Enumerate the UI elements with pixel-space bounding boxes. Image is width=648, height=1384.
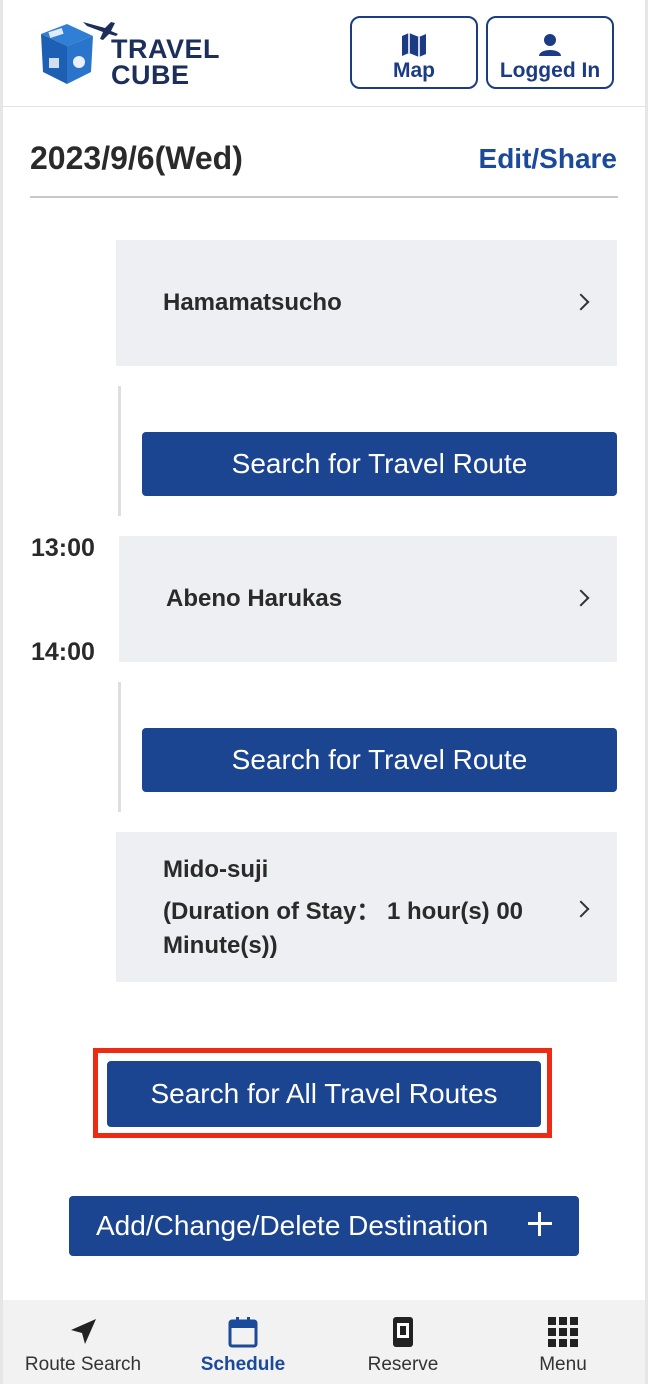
travel-cube-logo[interactable]: TRAVEL CUBE bbox=[31, 12, 220, 96]
edit-share-link[interactable]: Edit/Share bbox=[479, 143, 617, 175]
search-travel-route-button[interactable]: Search for Travel Route bbox=[142, 728, 617, 792]
timeline-connector bbox=[118, 386, 121, 516]
logged-in-label: Logged In bbox=[499, 59, 601, 82]
chevron-right-icon bbox=[572, 293, 590, 311]
nav-menu[interactable]: Menu bbox=[483, 1300, 643, 1384]
nav-label: Reserve bbox=[367, 1354, 439, 1375]
nav-reserve[interactable]: Reserve bbox=[323, 1300, 483, 1384]
nav-label: Schedule bbox=[200, 1354, 286, 1375]
nav-label: Route Search bbox=[24, 1354, 142, 1375]
schedule-date: 2023/9/6(Wed) bbox=[30, 140, 243, 176]
divider bbox=[30, 196, 618, 198]
arrival-time: 13:00 bbox=[31, 534, 95, 562]
destination-name: Abeno Harukas bbox=[166, 585, 343, 612]
destination-name: Hamamatsucho bbox=[163, 289, 342, 316]
add-change-delete-label: Add/Change/Delete Destination bbox=[96, 1210, 489, 1241]
nav-route-search[interactable]: Route Search bbox=[3, 1300, 163, 1384]
bottom-nav: Route Search Schedule Reserve Menu bbox=[3, 1300, 645, 1384]
grid-icon bbox=[548, 1317, 578, 1347]
logo-line-travel: TRAVEL bbox=[111, 34, 220, 64]
destination-card-mido-suji[interactable]: Mido-suji (Duration of Stay： 1 hour(s) 0… bbox=[116, 832, 617, 982]
navigation-arrow-icon bbox=[71, 1319, 96, 1344]
nav-schedule[interactable]: Schedule bbox=[163, 1300, 323, 1384]
stay-duration-line2: Minute(s)) bbox=[163, 932, 278, 959]
plus-icon bbox=[528, 1212, 552, 1236]
map-button-label: Map bbox=[393, 59, 435, 82]
logo-line-cube: CUBE bbox=[111, 60, 190, 90]
chevron-right-icon bbox=[572, 900, 590, 918]
search-all-travel-routes-button[interactable]: Search for All Travel Routes bbox=[107, 1061, 541, 1127]
user-icon bbox=[539, 34, 561, 56]
stay-duration-line1: (Duration of Stay： 1 hour(s) 00 bbox=[163, 898, 524, 925]
search-travel-route-button[interactable]: Search for Travel Route bbox=[142, 432, 617, 496]
logo-wordmark: TRAVEL CUBE bbox=[111, 34, 220, 90]
departure-time: 14:00 bbox=[31, 638, 95, 666]
logged-in-button[interactable]: Logged In bbox=[486, 16, 614, 89]
add-change-delete-destination-button[interactable]: Add/Change/Delete Destination bbox=[69, 1196, 579, 1256]
timeline-connector bbox=[118, 682, 121, 812]
destination-card-abeno-harukas[interactable]: Abeno Harukas bbox=[119, 536, 617, 662]
destination-name: Mido-suji bbox=[163, 856, 269, 883]
chevron-right-icon bbox=[572, 589, 590, 607]
map-button[interactable]: Map bbox=[350, 16, 478, 89]
destination-card-hamamatsucho[interactable]: Hamamatsucho bbox=[116, 240, 617, 366]
app-header: TRAVEL CUBE Map Logged In bbox=[3, 0, 645, 107]
phone-icon bbox=[393, 1317, 413, 1347]
calendar-icon bbox=[228, 1317, 258, 1348]
map-icon bbox=[402, 33, 426, 57]
frame-border-left bbox=[0, 0, 3, 1384]
nav-label: Menu bbox=[539, 1354, 587, 1375]
